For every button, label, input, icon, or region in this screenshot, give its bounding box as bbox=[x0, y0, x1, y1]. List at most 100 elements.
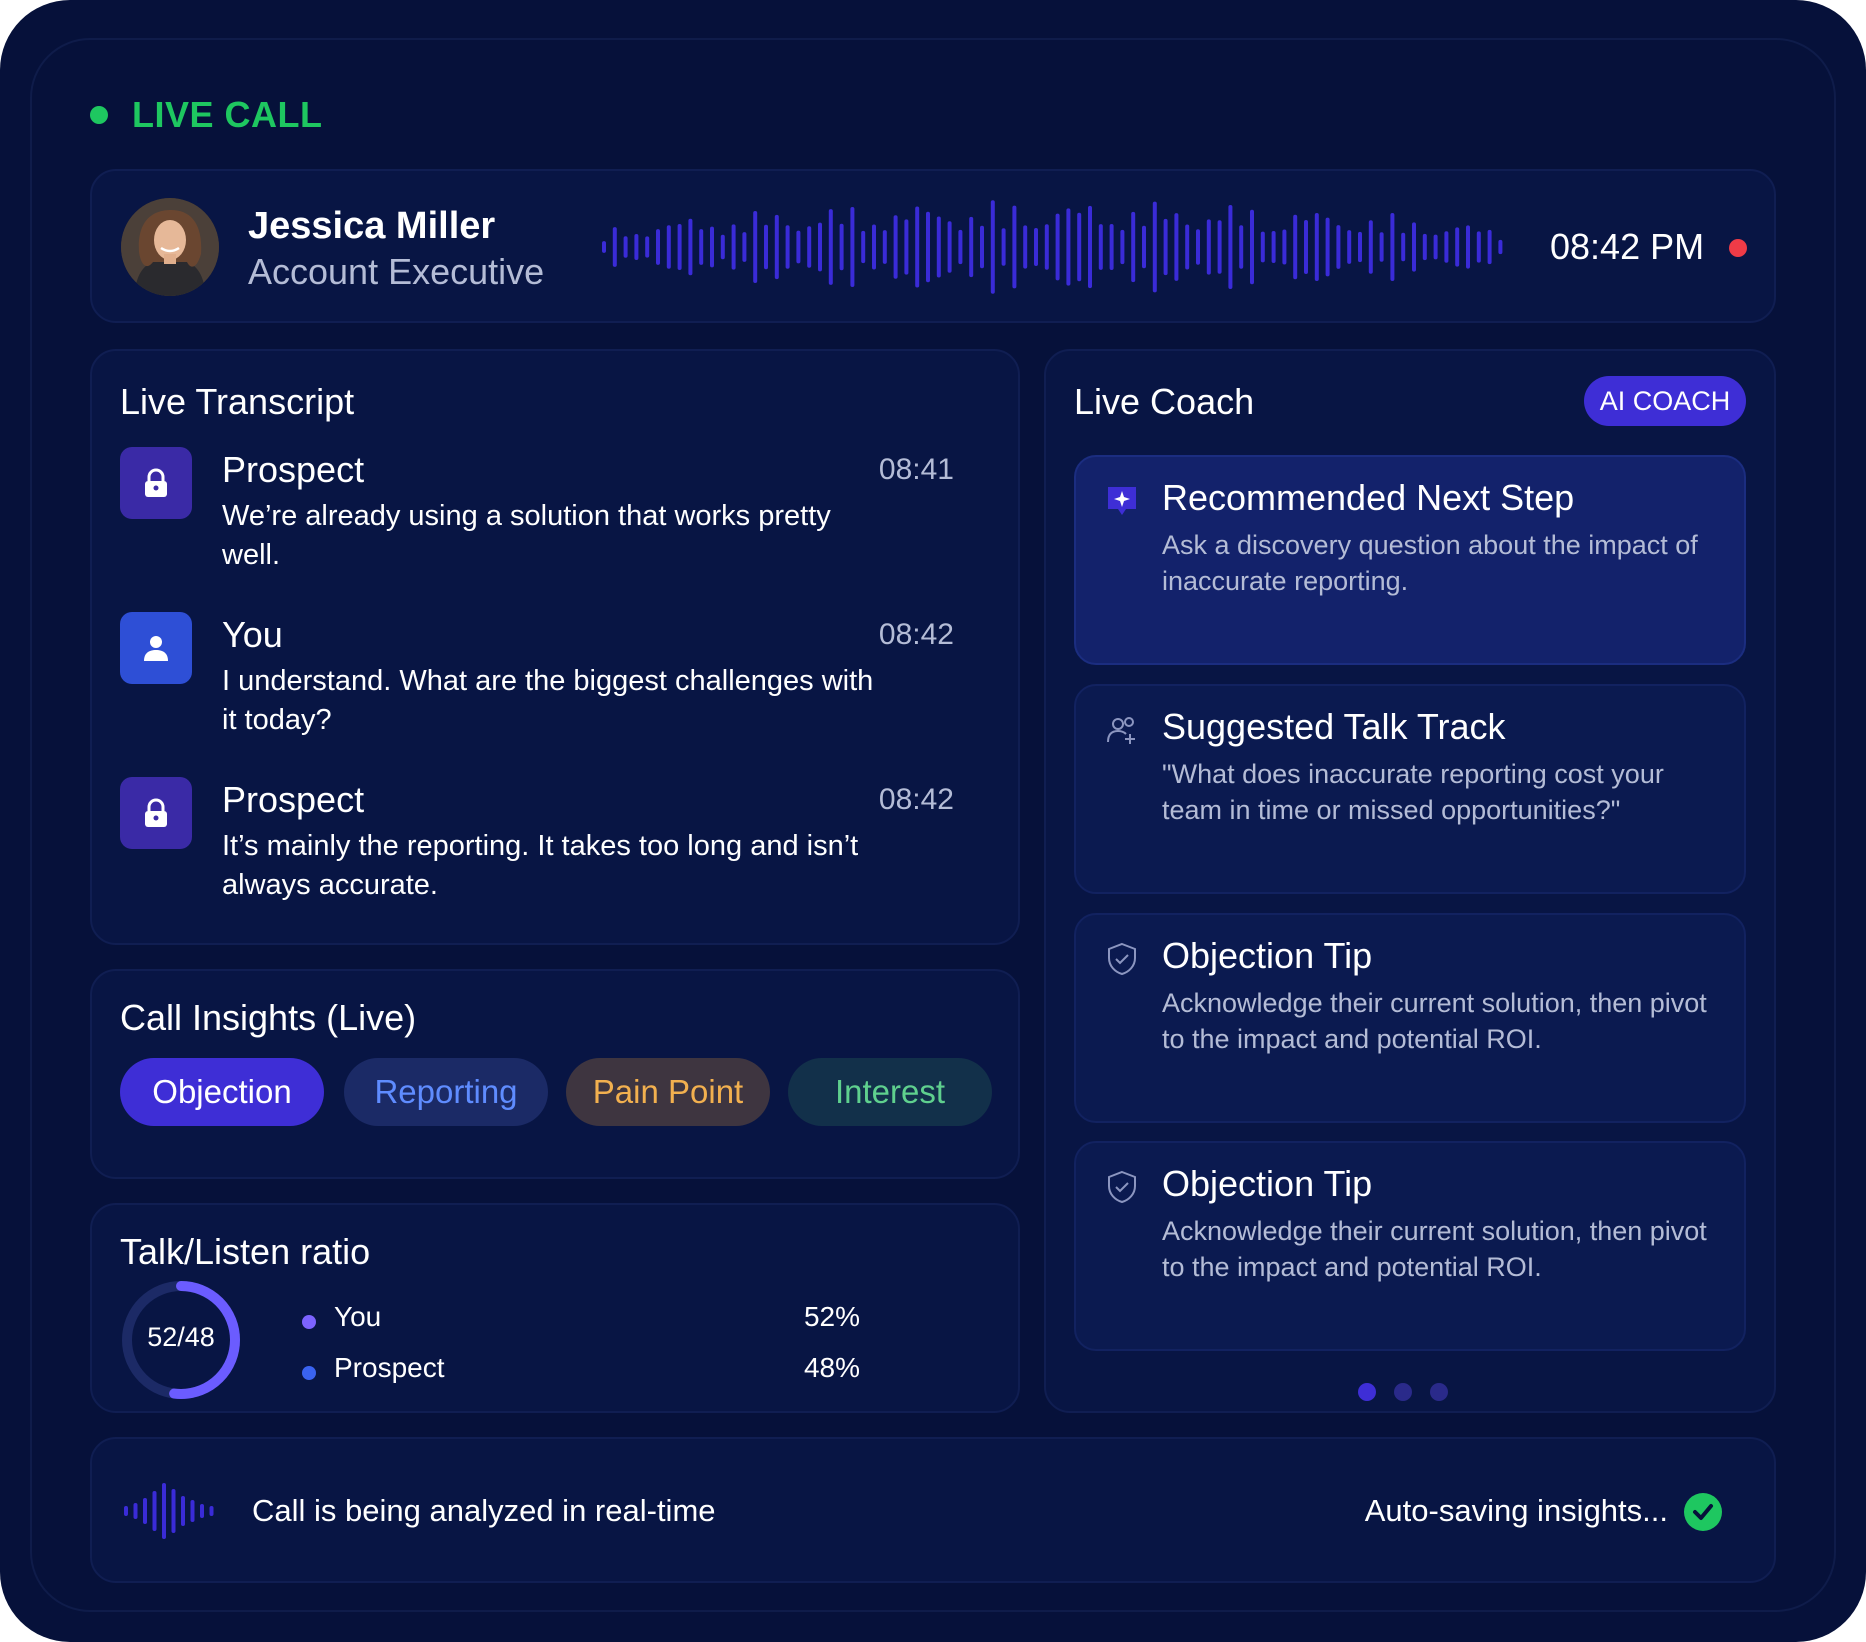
waveform-bar bbox=[828, 209, 833, 285]
waveform-bar bbox=[1196, 229, 1200, 265]
transcript-text: I understand. What are the biggest chall… bbox=[222, 665, 874, 736]
waveform-bar bbox=[1055, 213, 1060, 281]
waveform-bar bbox=[1325, 217, 1330, 277]
waveform-bar bbox=[807, 226, 812, 268]
talk-ratio-label: 52/48 bbox=[147, 1322, 215, 1352]
insight-chip-interest[interactable]: Interest bbox=[788, 1058, 992, 1126]
tip-body: Acknowledge their current solution, then… bbox=[1162, 988, 1707, 1054]
recording-dot bbox=[1729, 239, 1747, 257]
legend-dot-prospect bbox=[302, 1366, 316, 1380]
waveform-bar bbox=[152, 1491, 157, 1531]
insight-chip-objection[interactable]: Objection bbox=[120, 1058, 324, 1126]
waveform-bar bbox=[1260, 231, 1265, 263]
waveform-bar bbox=[1444, 231, 1449, 263]
waveform-bar bbox=[980, 225, 984, 269]
coach-tip-objection[interactable]: Objection Tip Acknowledge their current … bbox=[1074, 1141, 1746, 1351]
carousel-dot[interactable] bbox=[1430, 1383, 1448, 1401]
check-circle-icon bbox=[1684, 1493, 1722, 1531]
legend-value-prospect: 48% bbox=[803, 1352, 860, 1383]
caller-name: Jessica Miller bbox=[248, 205, 496, 247]
tip-title: Objection Tip bbox=[1162, 935, 1373, 976]
waveform-bar bbox=[666, 225, 671, 269]
sparkle-chat-icon bbox=[1108, 487, 1136, 515]
transcript-entry: Prospect 08:41 We’re already using a sol… bbox=[120, 447, 994, 597]
waveform-bar bbox=[1358, 231, 1362, 263]
tip-title: Recommended Next Step bbox=[1162, 477, 1575, 518]
waveform-bar bbox=[1163, 218, 1168, 276]
avatar[interactable] bbox=[121, 198, 219, 296]
waveform-bar bbox=[764, 224, 768, 270]
transcript-text: It’s mainly the reporting. It takes too … bbox=[222, 830, 859, 901]
waveform-bar bbox=[1271, 231, 1276, 263]
waveform-bar bbox=[645, 236, 650, 258]
app-frame: LIVE CALL Jessica Miller Account Executi… bbox=[0, 0, 1866, 1642]
waveform-bar bbox=[710, 226, 714, 268]
transcript-time: 08:42 bbox=[878, 783, 954, 816]
coach-title: Live Coach bbox=[1074, 381, 1255, 422]
waveform-bar bbox=[1498, 239, 1503, 255]
legend-dot-you bbox=[302, 1315, 316, 1329]
user-icon bbox=[120, 612, 192, 684]
live-call-label: LIVE CALL bbox=[132, 94, 323, 135]
waveform-bar bbox=[861, 230, 866, 264]
live-transcript-card: Live Transcript Prospect 08:41 We’re alr… bbox=[90, 349, 1020, 945]
insight-chip-pain-point[interactable]: Pain Point bbox=[566, 1058, 770, 1126]
transcript-time: 08:41 bbox=[878, 453, 954, 486]
transcript-speaker: You bbox=[222, 614, 283, 655]
waveform-bar bbox=[915, 206, 920, 288]
waveform-bar bbox=[785, 225, 790, 269]
waveform-bar bbox=[872, 224, 876, 270]
coach-tip-objection[interactable]: Objection Tip Acknowledge their current … bbox=[1074, 913, 1746, 1123]
tip-title: Suggested Talk Track bbox=[1162, 706, 1506, 747]
waveform-bar bbox=[181, 1496, 185, 1526]
waveform-bar bbox=[1390, 213, 1395, 281]
transcript-entry: Prospect 08:42 It’s mainly the reporting… bbox=[120, 777, 994, 927]
waveform-bar bbox=[1336, 225, 1341, 269]
transcript-speaker: Prospect bbox=[222, 779, 365, 820]
carousel-dot[interactable] bbox=[1394, 1383, 1412, 1401]
coach-tip-next-step[interactable]: Recommended Next Step Ask a discovery qu… bbox=[1074, 455, 1746, 665]
waveform-bar bbox=[969, 216, 974, 278]
legend-name-you: You bbox=[334, 1301, 382, 1332]
waveform-bar bbox=[1109, 224, 1114, 270]
waveform-bar bbox=[1412, 222, 1416, 272]
tip-body: Ask a discovery question about the impac… bbox=[1162, 530, 1698, 596]
waveform-bar bbox=[1368, 220, 1373, 274]
shield-check-icon bbox=[1108, 942, 1136, 976]
audio-waveform bbox=[602, 200, 1503, 294]
tip-body: Acknowledge their current solution, then… bbox=[1162, 1216, 1707, 1282]
waveform-bar bbox=[1034, 228, 1038, 266]
insight-chip-reporting[interactable]: Reporting bbox=[344, 1058, 548, 1126]
transcript-text: We’re already using a solution that work… bbox=[222, 500, 831, 571]
ratio-title: Talk/Listen ratio bbox=[120, 1231, 371, 1272]
waveform-bar bbox=[1466, 225, 1470, 269]
talk-listen-ratio-card: Talk/Listen ratio 52/48 You 52% Prospect… bbox=[90, 1203, 1020, 1413]
carousel-dot[interactable] bbox=[1358, 1383, 1376, 1401]
waveform-bar bbox=[850, 206, 855, 288]
waveform-bar bbox=[209, 1506, 214, 1516]
waveform-bar bbox=[882, 230, 887, 264]
tip-body: "What does inaccurate reporting cost you… bbox=[1162, 759, 1664, 825]
waveform-bar bbox=[1044, 224, 1049, 270]
waveform-bar bbox=[1487, 229, 1492, 265]
analysis-status-text: Call is being analyzed in real-time bbox=[252, 1493, 716, 1528]
coach-tip-talk-track[interactable]: Suggested Talk Track "What does inaccura… bbox=[1074, 684, 1746, 894]
live-indicator-dot bbox=[90, 106, 108, 124]
waveform-bar bbox=[1012, 205, 1017, 289]
waveform-bar bbox=[1282, 229, 1287, 265]
waveform-bar bbox=[1476, 231, 1481, 263]
transcript-speaker: Prospect bbox=[222, 449, 365, 490]
waveform-bar bbox=[677, 223, 682, 271]
waveform-bar bbox=[893, 215, 898, 279]
waveform-bar bbox=[1228, 205, 1233, 289]
waveform-bar bbox=[623, 236, 628, 258]
transcript-time: 08:42 bbox=[878, 618, 954, 651]
waveform-bar bbox=[1066, 208, 1071, 286]
person-photo-icon bbox=[121, 198, 219, 296]
waveform-bar bbox=[612, 227, 617, 267]
waveform-bar bbox=[1152, 201, 1157, 293]
waveform-bar bbox=[1088, 205, 1092, 289]
waveform-bar bbox=[774, 214, 779, 280]
waveform-bar bbox=[1185, 224, 1190, 270]
caller-card: Jessica Miller Account Executive 08:42 P… bbox=[90, 169, 1776, 323]
